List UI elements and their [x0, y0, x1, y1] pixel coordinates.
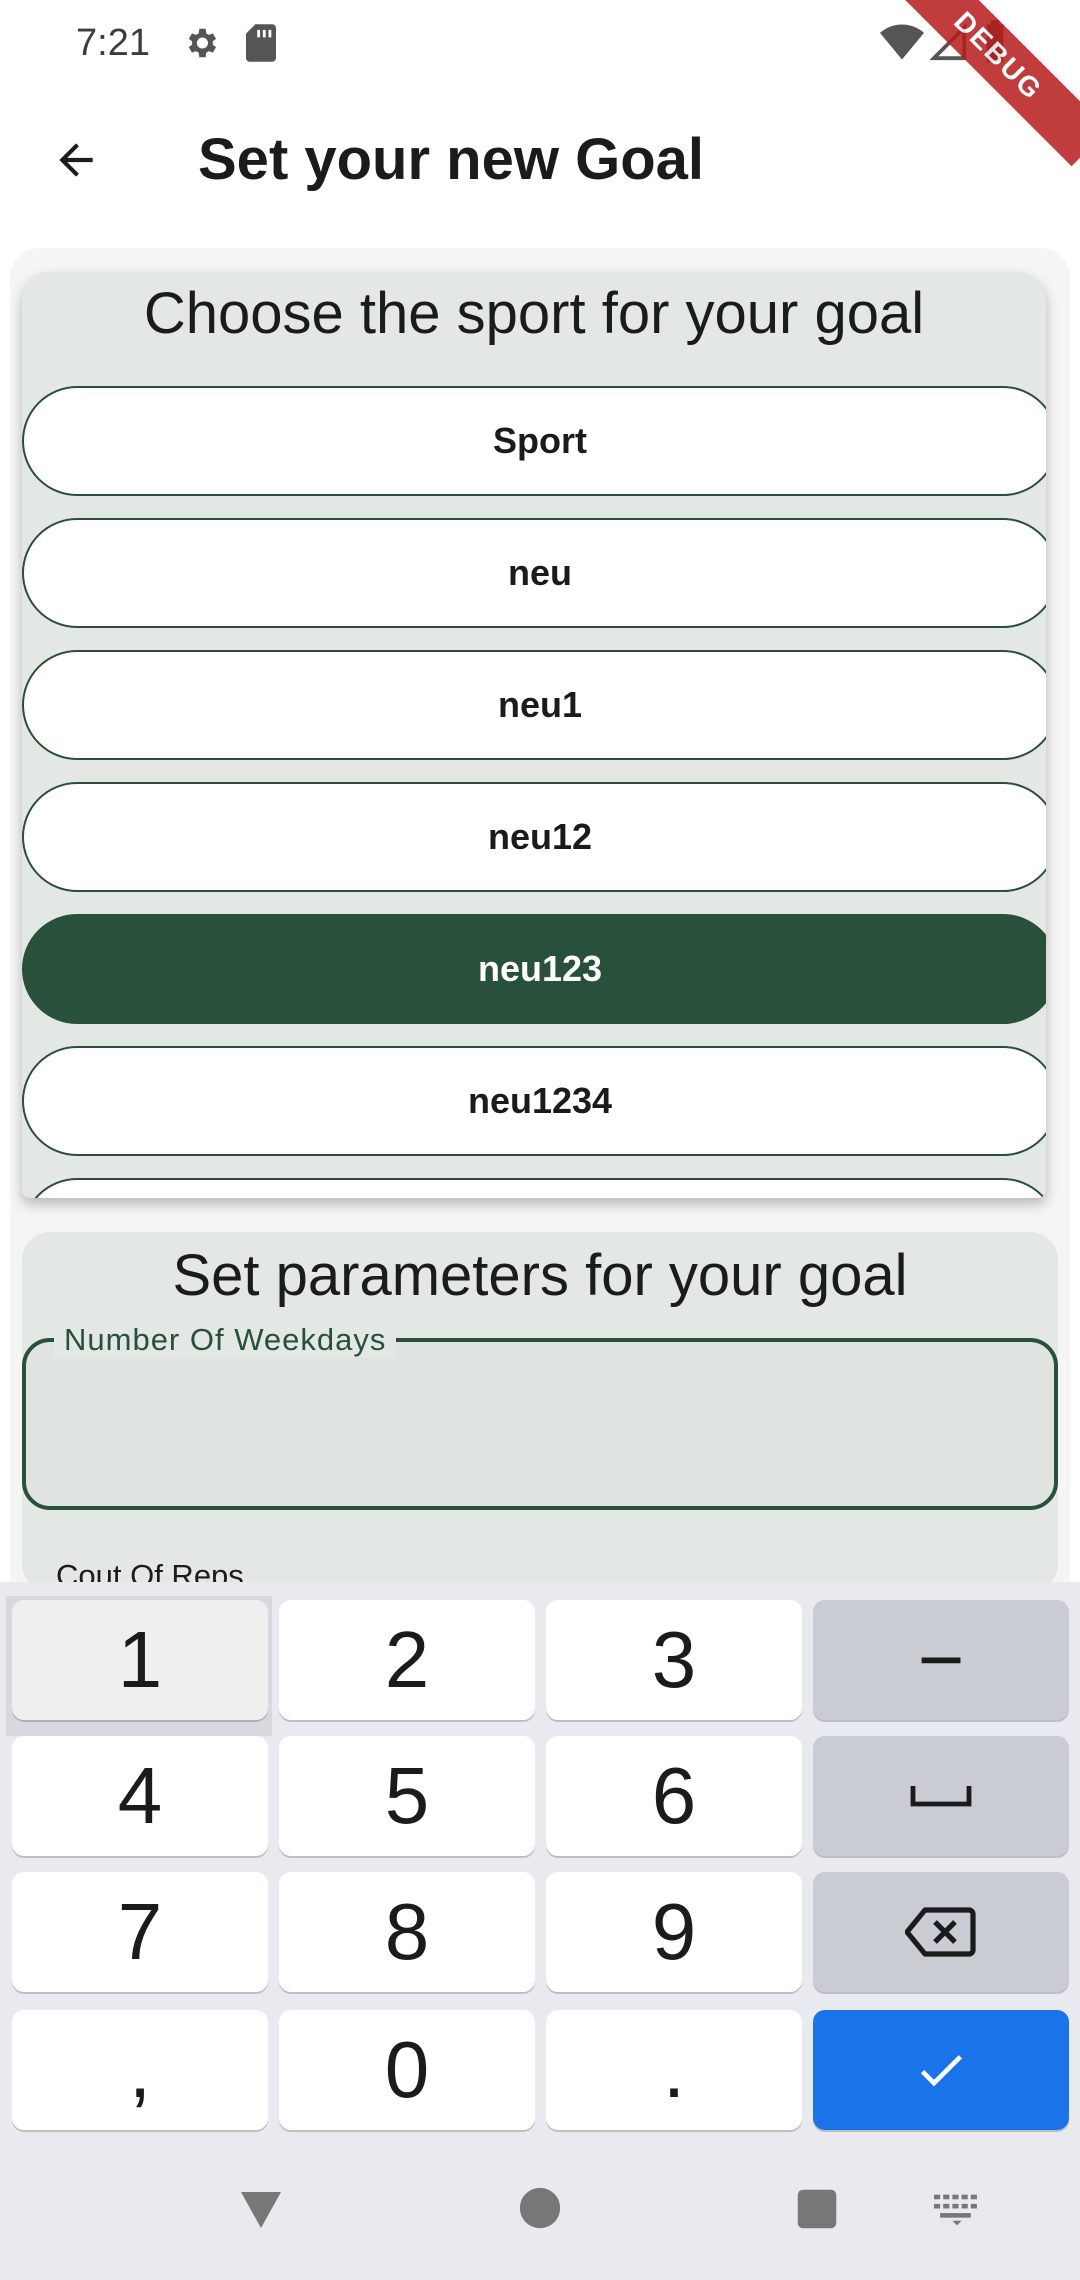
sport-option-partial[interactable] — [22, 1178, 1046, 1198]
sport-option[interactable]: Sport — [22, 386, 1046, 496]
key-7[interactable]: 7 — [12, 1872, 268, 1992]
status-time: 7:21 — [76, 22, 150, 64]
sport-option[interactable]: neu — [22, 518, 1046, 628]
key-5[interactable]: 5 — [279, 1736, 535, 1856]
page-title: Set your new Goal — [198, 127, 704, 192]
sport-section-heading: Choose the sport for your goal — [143, 281, 925, 346]
sport-option-label: neu12 — [487, 816, 593, 857]
key-6[interactable]: 6 — [546, 1736, 802, 1856]
key-comma[interactable]: , — [12, 2010, 268, 2130]
backspace-icon — [905, 1907, 976, 1957]
keyboard-switch-icon[interactable] — [934, 2194, 980, 2226]
sport-option-selected[interactable]: neu123 — [22, 914, 1046, 1024]
weekdays-field-label: Number Of Weekdays — [54, 1322, 397, 1358]
key-space[interactable] — [813, 1736, 1069, 1856]
nav-home-icon[interactable] — [518, 2186, 562, 2230]
key-9[interactable]: 9 — [546, 1872, 802, 1992]
key-0[interactable]: 0 — [279, 2010, 535, 2130]
key-1[interactable]: 1 — [12, 1600, 268, 1720]
space-icon — [910, 1786, 972, 1807]
params-section-heading: Set parameters for your goal — [172, 1243, 908, 1308]
parameters-card: Set parameters for your goal Number Of W… — [22, 1232, 1058, 1593]
key-2[interactable]: 2 — [279, 1600, 535, 1720]
key-backspace[interactable] — [813, 1872, 1069, 1992]
sport-selection-card: Choose the sport for your goal Sport neu… — [22, 272, 1046, 1198]
key-4[interactable]: 4 — [12, 1736, 268, 1856]
sport-option-label: neu — [507, 552, 572, 593]
sport-option[interactable]: neu1234 — [22, 1046, 1046, 1156]
sport-option-label: neu123 — [477, 948, 603, 989]
key-minus[interactable]: − — [813, 1600, 1069, 1720]
weekdays-input[interactable]: Number Of Weekdays — [22, 1322, 1058, 1510]
gear-icon — [188, 28, 217, 58]
app-bar: Set your new Goal — [0, 100, 1080, 220]
key-period[interactable]: . — [546, 2010, 802, 2130]
wifi-icon — [880, 24, 924, 60]
sport-option-label: neu1234 — [467, 1080, 613, 1121]
nav-recents-icon[interactable] — [796, 2188, 838, 2230]
key-done[interactable] — [813, 2010, 1069, 2130]
checkmark-icon — [920, 2055, 962, 2087]
nav-back-icon[interactable] — [236, 2188, 286, 2232]
system-nav-bar — [0, 2136, 1080, 2280]
sport-option[interactable]: neu1 — [22, 650, 1046, 760]
sport-option-label: Sport — [493, 420, 587, 461]
numeric-keyboard: 1 2 3 − 4 5 6 7 8 9 , 0 . — [0, 1582, 1080, 2136]
key-3[interactable]: 3 — [546, 1600, 802, 1720]
sport-option[interactable]: neu12 — [22, 782, 1046, 892]
key-8[interactable]: 8 — [279, 1872, 535, 1992]
arrow-left-icon — [59, 143, 93, 177]
status-bar: 7:21 DEBUG — [0, 0, 1080, 167]
sport-option-label: neu1 — [497, 684, 583, 725]
sd-card-icon — [246, 24, 276, 62]
back-button[interactable] — [36, 120, 116, 200]
